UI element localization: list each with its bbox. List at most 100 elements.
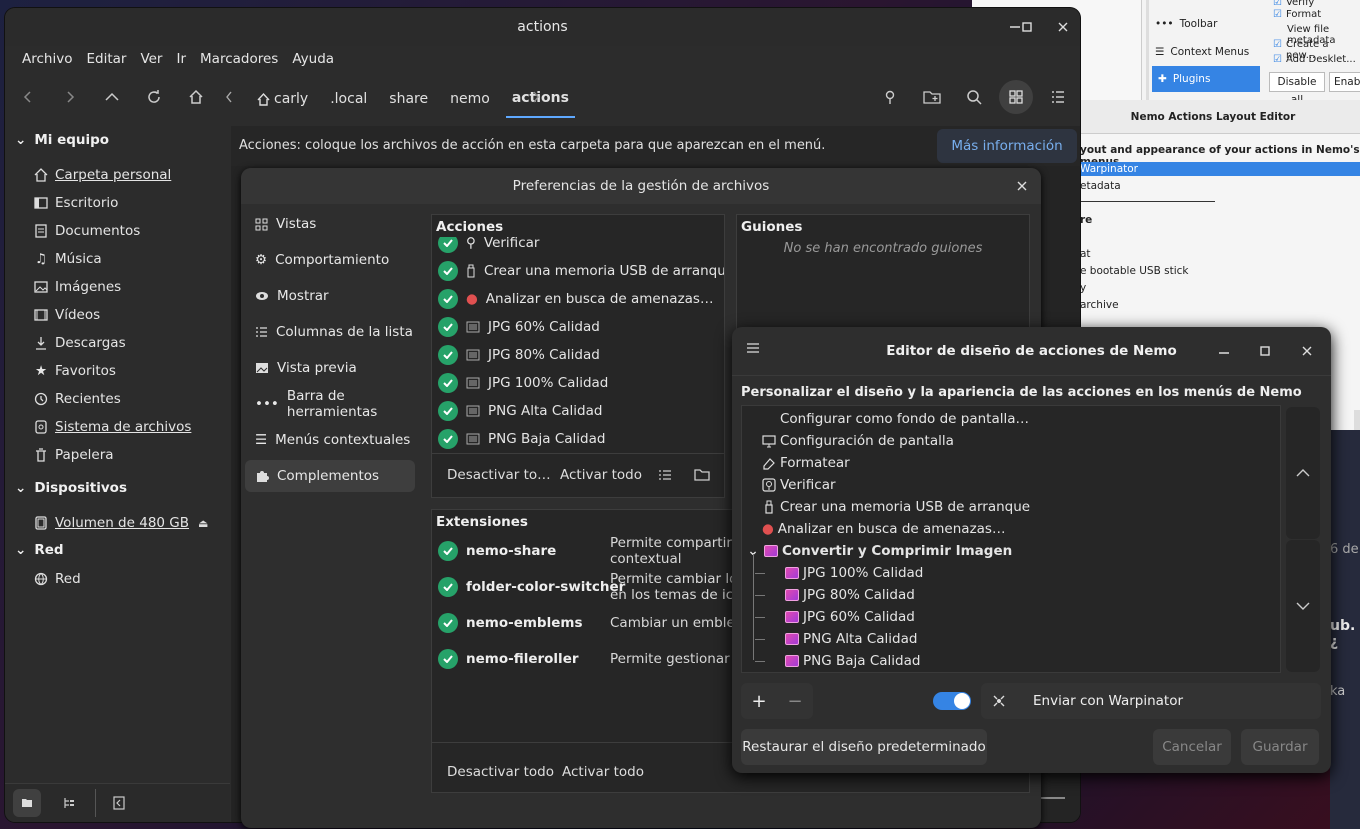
check-icon[interactable]: [438, 237, 458, 253]
editor-minimize-button[interactable]: [1212, 339, 1236, 363]
action-row[interactable]: ● Analizar en busca de amenazas…: [438, 285, 713, 313]
add-icon[interactable]: +: [741, 683, 777, 719]
action-row[interactable]: JPG 80% Calidad: [438, 341, 600, 369]
menu-ir[interactable]: Ir: [169, 46, 193, 72]
menu-archivo[interactable]: Archivo: [15, 46, 79, 72]
tree-child-row[interactable]: JPG 100% Calidad: [755, 562, 923, 584]
extension-row[interactable]: nemo-sharePermite compartir ráp contextu…: [438, 533, 759, 569]
actions-tree[interactable]: Configurar como fondo de pantalla… Confi…: [741, 405, 1281, 673]
tree-child-row[interactable]: JPG 80% Calidad: [755, 584, 915, 606]
tree-child-row[interactable]: PNG Alta Calidad: [755, 628, 917, 650]
check-icon[interactable]: [438, 577, 458, 597]
prefs-nav-menus-contextuales[interactable]: ☰ Menús contextuales: [245, 424, 415, 456]
action-row[interactable]: PNG Alta Calidad: [438, 397, 602, 425]
sidebar-item-red[interactable]: Red: [33, 568, 81, 590]
sidebar-item-documentos[interactable]: Documentos: [33, 220, 140, 242]
menu-ver[interactable]: Ver: [133, 46, 169, 72]
forward-icon[interactable]: [53, 80, 87, 114]
remove-icon[interactable]: −: [777, 683, 813, 719]
search-icon[interactable]: [957, 80, 991, 114]
check-icon[interactable]: [438, 541, 458, 561]
new-folder-icon[interactable]: [915, 80, 949, 114]
sidebar-item-recientes[interactable]: Recientes: [33, 388, 121, 410]
home-icon[interactable]: [179, 80, 213, 114]
menu-ayuda[interactable]: Ayuda: [285, 46, 341, 72]
editor-close-button[interactable]: [1295, 339, 1319, 363]
bg-context-item[interactable]: ☰ Context Menus: [1155, 42, 1249, 62]
list-view-icon[interactable]: [1041, 80, 1075, 114]
crumb-nemo[interactable]: nemo: [444, 81, 496, 117]
hide-sidebar-icon[interactable]: [105, 789, 133, 817]
eject-icon[interactable]: ⏏: [198, 517, 208, 530]
warpinator-icon[interactable]: [981, 693, 1017, 709]
prefs-nav-barra-herramientas[interactable]: ••• Barra de herramientas: [245, 388, 415, 420]
tree-row[interactable]: Configurar como fondo de pantalla…: [762, 408, 1029, 430]
more-info-button[interactable]: Más información: [937, 129, 1077, 163]
move-up-button[interactable]: [1286, 407, 1320, 539]
action-row[interactable]: PNG Baja Calidad: [438, 425, 605, 453]
prefs-nav-comportamiento[interactable]: ⚙ Comportamiento: [245, 244, 415, 276]
prefs-nav-mostrar[interactable]: Mostrar: [245, 280, 415, 312]
menu-editar[interactable]: Editar: [79, 46, 133, 72]
crumb-carly[interactable]: carly: [250, 81, 314, 117]
bg-check-1[interactable]: Format: [1286, 9, 1321, 20]
zoom-slider[interactable]: [1041, 797, 1065, 799]
breadcrumb-right-icon[interactable]: [527, 80, 545, 114]
extension-row[interactable]: nemo-fileroller Permite gestionar arc: [438, 641, 755, 677]
tree-row[interactable]: Crear una memoria USB de arranque: [762, 496, 1030, 518]
check-icon[interactable]: [438, 429, 458, 449]
ext-disable-all-button[interactable]: Desactivar todo: [447, 764, 554, 780]
maximize-button[interactable]: [1015, 15, 1039, 39]
prefs-nav-vistas[interactable]: Vistas: [245, 208, 415, 240]
move-down-button[interactable]: [1286, 540, 1320, 672]
prefs-nav-columnas[interactable]: Columnas de la lista: [245, 316, 415, 348]
check-icon[interactable]: [438, 345, 458, 365]
back-icon[interactable]: [11, 80, 45, 114]
ext-enable-all-button[interactable]: Activar todo: [562, 764, 644, 780]
bg-disable-all-button[interactable]: Disable all: [1269, 72, 1325, 106]
tree-group-row[interactable]: ⌄ Convertir y Comprimir Imagen: [746, 540, 1012, 562]
prefs-close-icon[interactable]: [1013, 177, 1031, 195]
sidebar-item-musica[interactable]: ♫ Música: [33, 248, 102, 270]
prefs-nav-complementos[interactable]: Complementos: [245, 460, 415, 492]
up-icon[interactable]: [95, 80, 129, 114]
bg-enable-button[interactable]: Enab: [1329, 72, 1360, 92]
action-row[interactable]: ⚲ Verificar: [438, 237, 539, 257]
sidebar-item-favoritos[interactable]: ★ Favoritos: [33, 360, 116, 382]
menu-marcadores[interactable]: Marcadores: [193, 46, 285, 72]
bg-plugins-item[interactable]: ✚ Plugins: [1152, 66, 1260, 92]
save-button[interactable]: Guardar: [1241, 729, 1319, 765]
open-folder-icon[interactable]: [694, 468, 710, 481]
breadcrumb-left-icon[interactable]: [220, 80, 238, 114]
sidebar-section-red[interactable]: ⌄ Red: [15, 542, 64, 558]
tree-row[interactable]: Formatear: [762, 452, 850, 474]
bg-row[interactable]: archive: [1080, 299, 1119, 311]
bg-selected-row[interactable]: Warpinator: [1066, 162, 1360, 176]
bg-check-4[interactable]: Add Desklet...: [1286, 54, 1356, 65]
extension-row[interactable]: nemo-emblems Cambiar un emblema: [438, 605, 756, 641]
crumb-share[interactable]: share: [383, 81, 434, 117]
sidebar-section-mi-equipo[interactable]: ⌄ Mi equipo: [15, 132, 109, 148]
actions-disable-all-button[interactable]: Desactivar to…: [447, 467, 551, 483]
sidebar-item-papelera[interactable]: Papelera: [33, 444, 114, 466]
reload-icon[interactable]: [137, 80, 171, 114]
check-icon[interactable]: [438, 373, 458, 393]
grid-view-icon[interactable]: [999, 80, 1033, 114]
bg-row[interactable]: re: [1080, 214, 1092, 226]
actions-enable-all-button[interactable]: Activar todo: [560, 467, 642, 483]
action-row[interactable]: JPG 100% Calidad: [438, 369, 608, 397]
bg-row[interactable]: at: [1080, 248, 1091, 260]
places-toggle-icon[interactable]: [13, 789, 41, 817]
bg-check-0[interactable]: Verify: [1286, 0, 1314, 8]
sidebar-item-descargas[interactable]: Descargas: [33, 332, 126, 354]
extension-row[interactable]: folder-color-switcherPermite cambiar los…: [438, 569, 758, 605]
crumb-local[interactable]: .local: [324, 81, 373, 117]
bg-row[interactable]: e bootable USB stick: [1080, 265, 1189, 277]
sidebar-item-videos[interactable]: Vídeos: [33, 304, 100, 326]
tree-row[interactable]: Verificar: [762, 474, 836, 496]
action-row[interactable]: JPG 60% Calidad: [438, 313, 600, 341]
visibility-toggle[interactable]: [933, 692, 971, 710]
sidebar-item-escritorio[interactable]: Escritorio: [33, 192, 118, 214]
sidebar-item-sistema-archivos[interactable]: Sistema de archivos: [33, 416, 191, 438]
check-icon[interactable]: [438, 289, 458, 309]
